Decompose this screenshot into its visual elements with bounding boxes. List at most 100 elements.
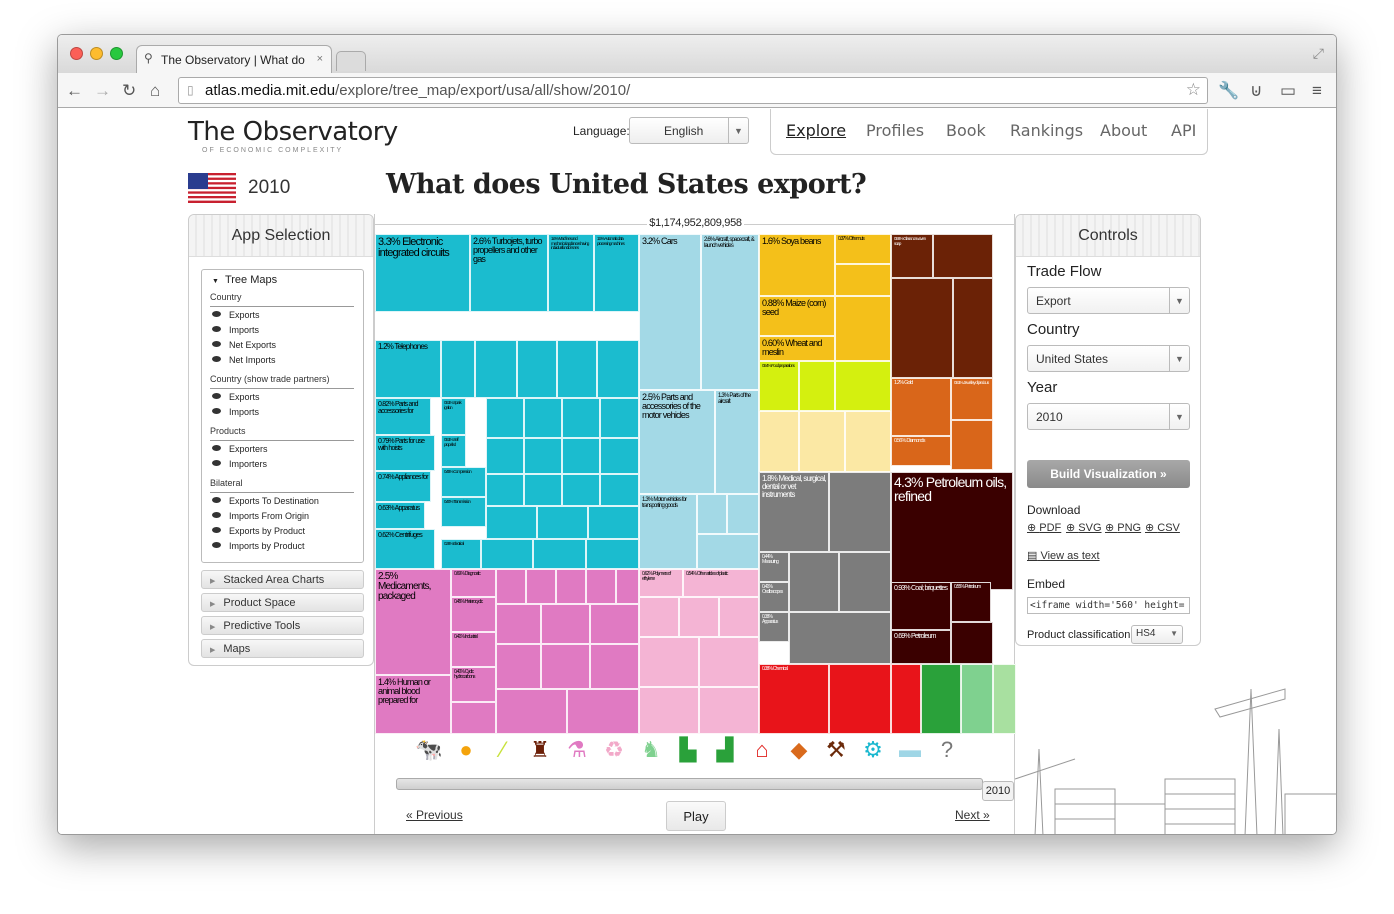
minimize-window-button[interactable] bbox=[90, 47, 103, 60]
treemap-tile[interactable]: 0.45% Heterocyclic bbox=[451, 597, 496, 632]
treemap-tile[interactable]: 1.5% Automatic data processing machines bbox=[594, 234, 639, 312]
tm-country-exports[interactable]: Exports bbox=[212, 310, 260, 320]
treemap-tile[interactable]: 0.93% Coal; briquettes bbox=[891, 582, 951, 630]
treemap-tile[interactable]: 2.6% Turbojets, turbo propellers and oth… bbox=[470, 234, 548, 312]
screen-icon[interactable]: ▭ bbox=[1280, 81, 1296, 101]
treemap-tile[interactable] bbox=[951, 622, 993, 664]
treemap-tile[interactable] bbox=[789, 552, 839, 612]
treemap-tile[interactable] bbox=[829, 664, 891, 734]
treemap-tile[interactable] bbox=[586, 569, 616, 604]
trade-flow-select[interactable]: Export ▼ bbox=[1027, 287, 1190, 314]
treemap-tile[interactable] bbox=[600, 474, 639, 506]
treemap-tile[interactable] bbox=[829, 472, 891, 552]
treemap-tile[interactable]: 0.51% Jewellery of precious bbox=[951, 378, 993, 420]
treemap-tile[interactable]: 2.5% Parts and accessories of the motor … bbox=[639, 390, 715, 494]
treemap-tile[interactable]: 1.4% Human or animal blood prepared for bbox=[375, 675, 451, 734]
download-png-link[interactable]: ⊕ PNG bbox=[1105, 521, 1141, 534]
treemap-tile[interactable] bbox=[441, 340, 475, 398]
treemap-tile[interactable] bbox=[556, 569, 586, 604]
treemap-tile[interactable] bbox=[590, 604, 639, 644]
accordion-stacked-area[interactable]: ▶ Stacked Area Charts bbox=[201, 570, 364, 589]
extension-icon[interactable]: ⊍ bbox=[1250, 81, 1262, 101]
treemap-tile[interactable] bbox=[496, 569, 526, 604]
treemap-tile[interactable] bbox=[541, 644, 590, 689]
treemap-tile[interactable]: 0.51% Spark ignition bbox=[441, 398, 466, 435]
accordion-predictive-tools[interactable]: ▶ Predictive Tools bbox=[201, 616, 364, 635]
embed-code-field[interactable]: <iframe width='560' height= bbox=[1027, 597, 1190, 614]
treemap-tile[interactable] bbox=[835, 296, 891, 361]
language-select[interactable]: English ▼ bbox=[629, 117, 749, 144]
oil-rig-icon[interactable]: ♜ bbox=[526, 736, 554, 764]
treemap-tile[interactable] bbox=[933, 234, 993, 278]
treemap-tile[interactable]: 0.79% Parts for use with hoists bbox=[375, 435, 435, 471]
treemap-tile[interactable] bbox=[891, 278, 953, 378]
accordion-product-space[interactable]: ▶ Product Space bbox=[201, 593, 364, 612]
treemap-tile[interactable] bbox=[524, 474, 562, 506]
treemap-tile[interactable] bbox=[891, 664, 921, 734]
download-svg-link[interactable]: ⊕ SVG bbox=[1066, 521, 1102, 534]
treemap-tile[interactable] bbox=[588, 506, 639, 539]
treemap-tile[interactable]: 0.37% Other nuts bbox=[835, 234, 891, 264]
treemap-tile[interactable]: 0.40% Transmission bbox=[441, 497, 486, 527]
treemap-tile[interactable] bbox=[533, 539, 586, 569]
nav-book[interactable]: Book bbox=[946, 121, 986, 140]
treemap-tile[interactable]: 0.54% Other articles of plastic bbox=[683, 569, 759, 597]
house-icon[interactable]: ⌂ bbox=[748, 736, 776, 764]
treemap-tile[interactable] bbox=[993, 664, 1016, 734]
treemap-tile[interactable]: 0.56% Glass nonwoven soap bbox=[891, 234, 933, 278]
treemap-tile[interactable]: 1.6% Machines and mechanical appliances … bbox=[548, 234, 594, 312]
site-logo[interactable]: The Observatory OF ECONOMIC COMPLEXITY bbox=[188, 117, 398, 154]
treemap-tile[interactable] bbox=[567, 689, 639, 734]
treemap-tile[interactable]: 0.60% Wheat and meslin bbox=[759, 336, 835, 361]
slider-year-handle[interactable]: 2010 bbox=[982, 781, 1014, 801]
treemap-tile[interactable]: 2.5% Medicaments, packaged bbox=[375, 569, 451, 675]
accordion-maps[interactable]: ▶ Maps bbox=[201, 639, 364, 658]
treemap-tile[interactable] bbox=[616, 569, 639, 604]
treemap-tile[interactable] bbox=[475, 340, 517, 398]
treemap-tile[interactable] bbox=[699, 687, 759, 734]
fullscreen-icon[interactable]: ⤢ bbox=[1313, 45, 1324, 62]
treemap-tile[interactable] bbox=[486, 474, 524, 506]
orange-icon[interactable]: ● bbox=[452, 736, 480, 764]
treemap-tile[interactable] bbox=[586, 539, 639, 569]
tm-bilateral-imports-origin[interactable]: Imports From Origin bbox=[212, 511, 309, 521]
tree-maps-toggle[interactable]: ▼ Tree Maps bbox=[212, 274, 277, 286]
treemap-tile[interactable]: 0.69% Petroleum bbox=[891, 630, 951, 664]
nav-api[interactable]: API bbox=[1171, 121, 1196, 140]
question-icon[interactable]: ? bbox=[933, 736, 961, 764]
classification-select[interactable]: HS4 ▼ bbox=[1131, 625, 1183, 644]
treemap-tile[interactable]: 0.62% Centrifuges bbox=[375, 529, 435, 569]
treemap-tile[interactable] bbox=[541, 604, 590, 644]
view-as-text-link[interactable]: ▤ View as text bbox=[1027, 549, 1100, 562]
treemap-tile[interactable]: 4.3% Petroleum oils, refined bbox=[891, 472, 1013, 590]
build-visualization-button[interactable]: Build Visualization » bbox=[1027, 460, 1190, 488]
treemap-tile[interactable] bbox=[526, 569, 556, 604]
treemap-tile[interactable]: 0.82% Parts and accessories for bbox=[375, 398, 431, 435]
nav-profiles[interactable]: Profiles bbox=[866, 121, 924, 140]
treemap-tile[interactable] bbox=[799, 361, 835, 411]
treemap-tile[interactable]: 1.6% Soya beans bbox=[759, 234, 835, 296]
gem-icon[interactable]: ◆ bbox=[785, 736, 813, 764]
address-bar[interactable]: ▯ atlas.media.mit.edu/explore/tree_map/e… bbox=[178, 77, 1208, 104]
nav-about[interactable]: About bbox=[1100, 121, 1147, 140]
treemap-tile[interactable] bbox=[719, 597, 759, 637]
treemap-tile[interactable] bbox=[600, 398, 639, 438]
treemap-tile[interactable] bbox=[951, 420, 993, 470]
treemap-tile[interactable] bbox=[835, 361, 891, 411]
treemap-tile[interactable] bbox=[590, 644, 639, 689]
tm-partners-exports[interactable]: Exports bbox=[212, 392, 260, 402]
treemap-tile[interactable] bbox=[839, 552, 891, 612]
treemap-tile[interactable]: 1.8% Medical, surgical, dental or vet in… bbox=[759, 472, 829, 552]
treemap-tile[interactable] bbox=[496, 604, 541, 644]
treemap-tile[interactable] bbox=[562, 474, 600, 506]
home-icon[interactable]: ⌂ bbox=[150, 81, 160, 101]
treemap-tile[interactable]: 3.3% Electronic integrated circuits bbox=[375, 234, 470, 312]
treemap-tile[interactable] bbox=[789, 612, 891, 664]
treemap-tile[interactable] bbox=[697, 534, 759, 569]
download-csv-link[interactable]: ⊕ CSV bbox=[1145, 521, 1180, 534]
year-select[interactable]: 2010 ▼ bbox=[1027, 403, 1190, 430]
treemap-tile[interactable] bbox=[481, 539, 533, 569]
treemap-tile[interactable]: 2.6% Aircraft, spacecraft, & launch vehi… bbox=[701, 234, 759, 390]
treemap-tile[interactable]: 0.56% Diamonds bbox=[891, 436, 951, 466]
year-slider[interactable] bbox=[396, 778, 983, 790]
